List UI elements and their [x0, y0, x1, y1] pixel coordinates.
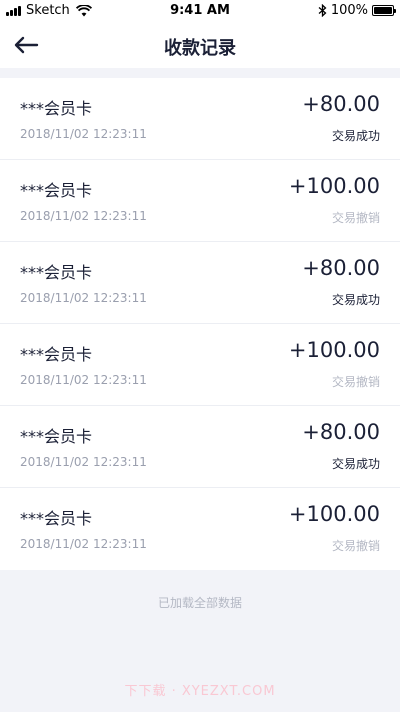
record-timestamp: 2018/11/02 12:23:11 — [20, 537, 147, 551]
status-bar: Sketch 9:41 AM 100% — [0, 0, 400, 22]
record-row[interactable]: ***会员卡 2018/11/02 12:23:11 +100.00 交易撤销 — [0, 488, 400, 570]
record-timestamp: 2018/11/02 12:23:11 — [20, 455, 147, 469]
record-amount: +80.00 — [302, 420, 380, 444]
record-card-name: ***会员卡 — [20, 345, 93, 364]
battery-percent: 100% — [330, 3, 368, 18]
record-status: 交易撤销 — [331, 539, 380, 553]
record-amount: +100.00 — [288, 338, 380, 362]
record-row[interactable]: ***会员卡 2018/11/02 12:23:11 +80.00 交易成功 — [0, 242, 400, 324]
record-card-name: ***会员卡 — [20, 99, 93, 118]
record-row[interactable]: ***会员卡 2018/11/02 12:23:11 +100.00 交易撤销 — [0, 324, 400, 406]
record-card-name: ***会员卡 — [20, 427, 93, 446]
watermark: 下下载 · XYEZXT.COM — [124, 684, 276, 699]
record-card-name: ***会员卡 — [20, 181, 93, 200]
record-timestamp: 2018/11/02 12:23:11 — [20, 373, 147, 387]
record-timestamp: 2018/11/02 12:23:11 — [20, 209, 147, 223]
record-status: 交易成功 — [331, 457, 380, 471]
record-status: 交易成功 — [331, 129, 380, 143]
bluetooth-icon — [318, 4, 327, 17]
record-row[interactable]: ***会员卡 2018/11/02 12:23:11 +80.00 交易成功 — [0, 78, 400, 160]
record-row[interactable]: ***会员卡 2018/11/02 12:23:11 +100.00 交易撤销 — [0, 160, 400, 242]
loaded-all-note: 已加载全部数据 — [157, 596, 242, 610]
record-list: ***会员卡 2018/11/02 12:23:11 +80.00 交易成功 ***会员… — [0, 78, 400, 570]
status-right: 100% — [318, 3, 396, 18]
record-timestamp: 2018/11/02 12:23:11 — [20, 291, 147, 305]
nav-bar: 收款记录 — [0, 22, 400, 68]
record-amount: +80.00 — [302, 92, 380, 116]
record-card-name: ***会员卡 — [20, 263, 93, 282]
record-amount: +80.00 — [302, 256, 380, 280]
record-status: 交易撤销 — [331, 211, 380, 225]
record-card-name: ***会员卡 — [20, 509, 93, 528]
record-row[interactable]: ***会员卡 2018/11/02 12:23:11 +80.00 交易成功 — [0, 406, 400, 488]
record-status: 交易成功 — [331, 293, 380, 307]
record-timestamp: 2018/11/02 12:23:11 — [20, 127, 147, 141]
record-amount: +100.00 — [288, 502, 380, 526]
payment-records-screen: Sketch 9:41 AM 100% 收款记录 ***会员卡 2018/11/… — [0, 0, 400, 712]
battery-icon — [372, 5, 396, 16]
record-status: 交易撤销 — [331, 375, 380, 389]
record-amount: +100.00 — [288, 174, 380, 198]
page-title: 收款记录 — [164, 38, 236, 59]
